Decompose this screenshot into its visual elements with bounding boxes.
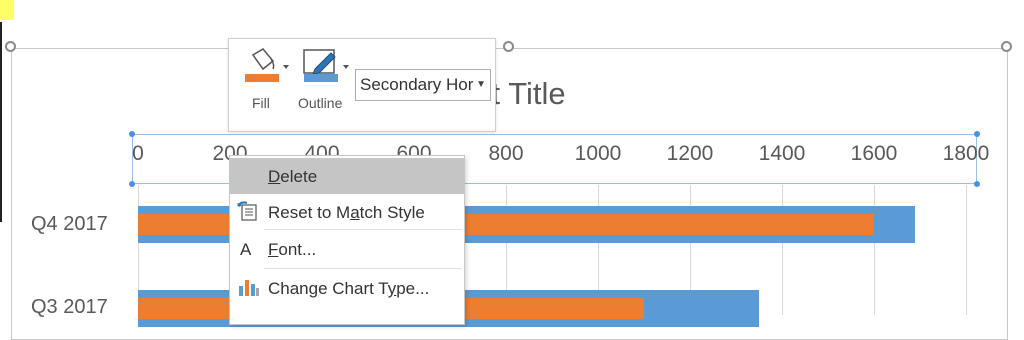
outline-label: Outline (298, 95, 343, 111)
chart-element-selector[interactable]: Secondary Hor ▼ (355, 69, 491, 101)
format-mini-toolbar: Fill Outline Secondary Hor ▼ (228, 38, 496, 132)
menu-item-label: Reset to Match Style (268, 203, 425, 222)
resize-handle-top-middle[interactable] (503, 41, 514, 52)
menu-separator (264, 268, 462, 269)
axis-selection-handle[interactable] (129, 181, 135, 187)
fill-label: Fill (252, 95, 270, 111)
chart-element-selector-value: Secondary Hor (360, 75, 474, 94)
resize-handle-top-right[interactable] (1001, 41, 1012, 52)
menu-item-label: Delete (268, 167, 318, 186)
axis-tick-label: 1600 (850, 142, 898, 165)
paint-bucket-icon (245, 48, 289, 82)
axis-tick-label: 800 (488, 142, 524, 165)
menu-item-label: Font... (268, 240, 317, 259)
left-edge-strip (0, 22, 2, 222)
menu-item-change-chart-type[interactable]: Change Chart Type... (230, 270, 464, 306)
axis-selection-handle[interactable] (974, 131, 980, 137)
menu-item-reset-to-match-style[interactable]: Reset to Match Style (230, 194, 464, 230)
menu-separator (264, 229, 462, 230)
axis-selection-handle[interactable] (974, 181, 980, 187)
context-menu: Delete Reset to Match Style A Font... Ch… (229, 155, 465, 325)
axis-tick-label: 1200 (666, 142, 714, 165)
font-icon: A (240, 240, 252, 259)
outline-button[interactable] (301, 47, 351, 90)
resize-handle-top-left[interactable] (5, 41, 16, 52)
menu-item-font[interactable]: A Font... (230, 231, 464, 267)
chart-type-icon (236, 276, 260, 300)
fill-button[interactable] (243, 47, 289, 90)
reset-style-icon (236, 200, 260, 224)
axis-tick-label: 0 (132, 142, 144, 165)
yellow-marker (0, 0, 14, 20)
axis-tick-label: 1800 (942, 142, 990, 165)
pen-outline-icon (303, 49, 349, 82)
menu-item-label: Change Chart Type... (268, 279, 430, 298)
chevron-down-icon[interactable]: ▼ (476, 70, 486, 100)
axis-tick-label: 1400 (758, 142, 806, 165)
category-label: Q3 2017 (31, 296, 108, 318)
gridline (966, 185, 967, 315)
category-label: Q4 2017 (31, 213, 108, 235)
gridline (874, 185, 875, 315)
gridline (782, 185, 783, 315)
axis-tick-label: 1000 (574, 142, 622, 165)
axis-selection-handle[interactable] (129, 131, 135, 137)
menu-item-delete[interactable]: Delete (230, 158, 464, 194)
